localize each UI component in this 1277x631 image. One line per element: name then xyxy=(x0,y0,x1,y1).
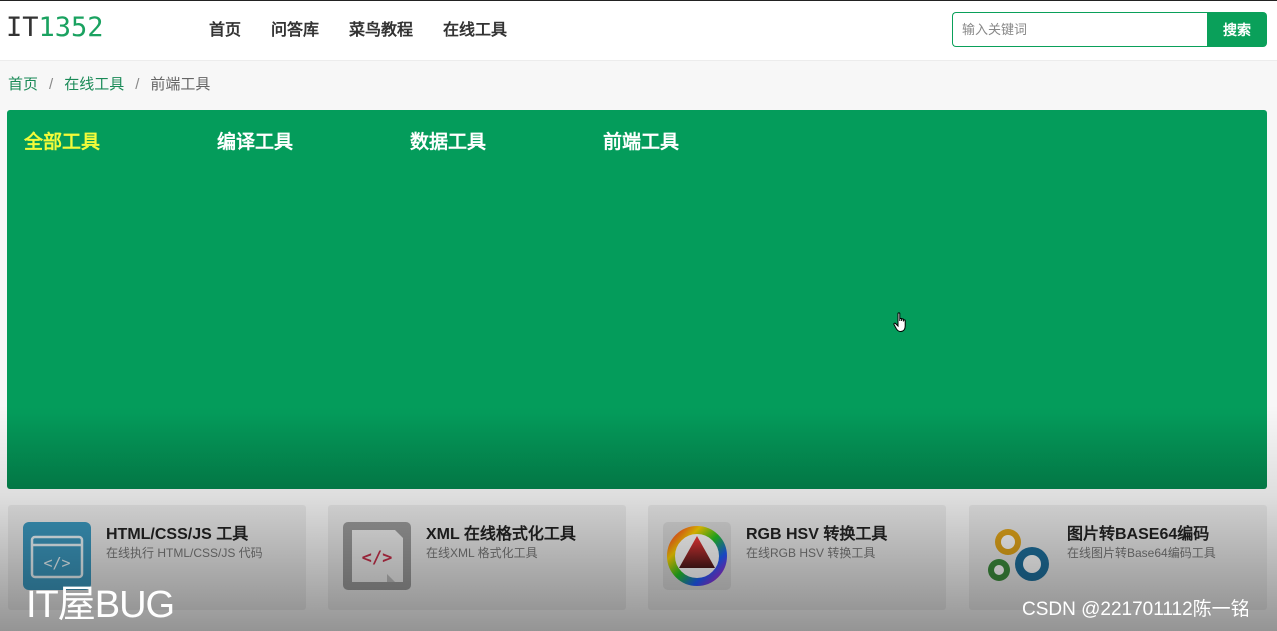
card-description: 在线XML 格式化工具 xyxy=(426,546,538,560)
breadcrumb-current: 前端工具 xyxy=(150,76,211,93)
search-button[interactable]: 搜索 xyxy=(1207,12,1267,47)
hand-cursor-icon xyxy=(893,312,906,332)
category-tabs: 全部工具 编译工具 数据工具 前端工具 xyxy=(24,132,796,154)
tab-frontend-tools[interactable]: 前端工具 xyxy=(603,132,796,154)
tool-card[interactable]: </> XML 在线格式化工具 在线XML 格式化工具 xyxy=(328,505,626,610)
card-title: 图片转BASE64编码 xyxy=(1067,526,1210,543)
card-description: 在线图片转Base64编码工具 xyxy=(1067,546,1216,560)
breadcrumb-online-tools[interactable]: 在线工具 xyxy=(64,76,124,94)
tab-compile-tools[interactable]: 编译工具 xyxy=(217,132,410,154)
nav-online-tools[interactable]: 在线工具 xyxy=(443,21,507,41)
color-wheel-icon xyxy=(663,522,731,590)
watermark-left: IT屋BUG xyxy=(26,584,175,626)
nav-tutorial[interactable]: 菜鸟教程 xyxy=(349,21,413,41)
card-title: RGB HSV 转换工具 xyxy=(746,526,888,543)
card-description: 在线执行 HTML/CSS/JS 代码 xyxy=(106,546,263,560)
tool-card[interactable]: 图片转BASE64编码 在线图片转Base64编码工具 xyxy=(969,505,1267,610)
svg-text:</>: </> xyxy=(43,554,70,572)
breadcrumb-home[interactable]: 首页 xyxy=(8,76,38,94)
gears-icon xyxy=(988,529,1049,581)
tool-category-panel: 全部工具 编译工具 数据工具 前端工具 xyxy=(7,110,1267,489)
logo-text-it: IT xyxy=(6,12,39,43)
search-input[interactable] xyxy=(952,12,1208,47)
svg-text:</>: </> xyxy=(362,548,393,568)
logo-text-number: 1352 xyxy=(38,12,104,43)
main-nav: 首页 问答库 菜鸟教程 在线工具 xyxy=(209,21,537,41)
tab-all-tools[interactable]: 全部工具 xyxy=(24,132,217,154)
tab-data-tools[interactable]: 数据工具 xyxy=(410,132,603,154)
card-title: XML 在线格式化工具 xyxy=(426,526,576,543)
nav-home[interactable]: 首页 xyxy=(209,21,241,41)
code-window-icon: </> xyxy=(23,522,91,590)
tool-card[interactable]: RGB HSV 转换工具 在线RGB HSV 转换工具 xyxy=(648,505,946,610)
breadcrumb: 首页 / 在线工具 / 前端工具 xyxy=(8,76,210,94)
card-description: 在线RGB HSV 转换工具 xyxy=(746,546,876,560)
site-header: IT1352 首页 问答库 菜鸟教程 在线工具 搜索 xyxy=(0,1,1277,61)
watermark-right: CSDN @221701112陈一铭 xyxy=(1022,599,1250,620)
xml-file-icon: </> xyxy=(343,522,411,590)
nav-qa[interactable]: 问答库 xyxy=(271,21,319,41)
breadcrumb-separator: / xyxy=(135,76,140,93)
site-logo[interactable]: IT1352 xyxy=(6,13,104,43)
breadcrumb-separator: / xyxy=(49,76,54,93)
card-title: HTML/CSS/JS 工具 xyxy=(106,526,249,543)
